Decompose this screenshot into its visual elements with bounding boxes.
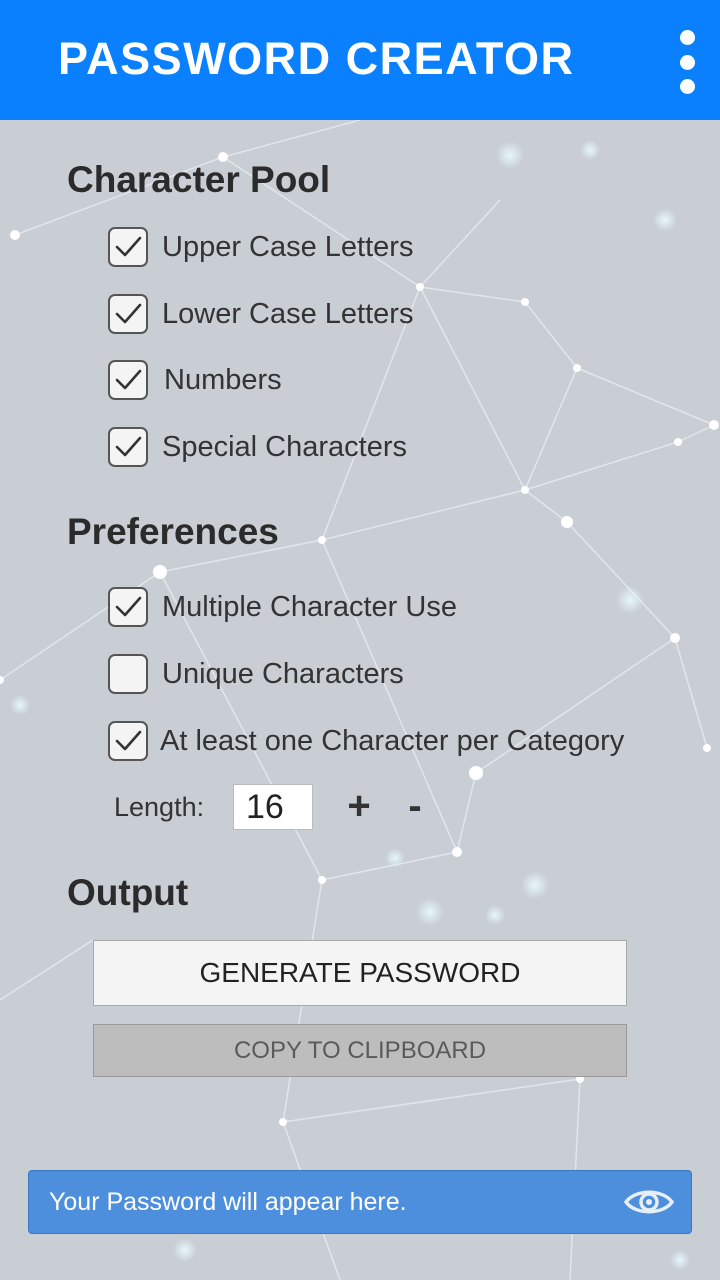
numbers-option[interactable]: Numbers [108, 358, 282, 402]
checkmark-icon [115, 303, 142, 324]
password-output-text: Your Password will appear here. [49, 1188, 407, 1216]
one-per-category-option[interactable]: At least one Character per Category [108, 719, 624, 763]
unique-characters-checkbox[interactable] [108, 654, 148, 694]
multiple-character-use-checkbox[interactable] [108, 587, 148, 627]
app-header: PASSWORD CREATOR [0, 0, 720, 120]
special-characters-option[interactable]: Special Characters [108, 425, 407, 469]
output-heading: Output [67, 872, 189, 913]
app-title: PASSWORD CREATOR [58, 33, 575, 84]
character-pool-heading: Character Pool [67, 159, 331, 200]
special-characters-label: Special Characters [162, 430, 407, 463]
unique-characters-label: Unique Characters [162, 657, 404, 690]
checkmark-icon [115, 730, 142, 751]
multiple-character-use-label: Multiple Character Use [162, 590, 457, 623]
numbers-checkbox[interactable] [108, 360, 148, 400]
increment-length-button[interactable]: + [339, 784, 379, 830]
preferences-heading: Preferences [67, 511, 279, 552]
lower-case-checkbox[interactable] [108, 294, 148, 334]
upper-case-label: Upper Case Letters [162, 230, 414, 263]
multiple-character-use-option[interactable]: Multiple Character Use [108, 585, 457, 629]
unique-characters-option[interactable]: Unique Characters [108, 652, 404, 696]
length-label: Length: [114, 792, 205, 822]
lower-case-label: Lower Case Letters [162, 297, 414, 330]
checkmark-icon [115, 436, 142, 457]
lower-case-option[interactable]: Lower Case Letters [108, 292, 413, 336]
one-per-category-label: At least one Character per Category [160, 724, 625, 757]
checkmark-icon [115, 236, 142, 257]
numbers-label: Numbers [164, 363, 282, 396]
one-per-category-checkbox[interactable] [108, 721, 148, 761]
upper-case-checkbox[interactable] [108, 227, 148, 267]
generate-password-button[interactable]: GENERATE PASSWORD [93, 940, 627, 1006]
more-vert-icon[interactable] [672, 30, 702, 94]
checkmark-icon [115, 596, 142, 617]
special-characters-checkbox[interactable] [108, 427, 148, 467]
copy-to-clipboard-button[interactable]: COPY TO CLIPBOARD [93, 1024, 627, 1077]
eye-icon[interactable] [623, 1185, 675, 1219]
upper-case-option[interactable]: Upper Case Letters [108, 225, 413, 269]
decrement-length-button[interactable]: - [395, 784, 435, 830]
length-input[interactable]: 16 [233, 784, 313, 830]
checkmark-icon [115, 369, 142, 390]
password-output-field[interactable]: Your Password will appear here. [28, 1170, 692, 1234]
